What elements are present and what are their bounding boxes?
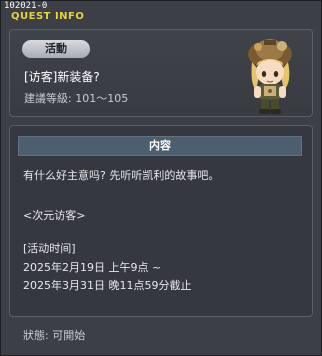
recommended-level: 建議等級: 101～105 [24,92,129,105]
window-title: QUEST INFO [11,11,85,22]
content-line-start-time: 2025年2月19日 上午9点 ~ [23,261,162,274]
quest-summary-panel: 活動 [访客]新装备? 建議等級: 101～105 [9,29,313,117]
content-line-end-time: 2025年3月31日 晚11点59分截止 [23,279,192,292]
content-line-event-name: <次元访客> [23,209,86,222]
content-line-description: 有什么好主意吗? 先听听凯利的故事吧。 [23,169,220,182]
quest-id: 102021-0 [4,1,48,11]
category-tag: 活動 [22,40,90,58]
content-line-time-label: [活动时间] [23,242,76,255]
quest-name: [访客]新装备? [24,70,100,84]
content-header: 内容 [18,136,302,156]
quest-status: 狀態: 可開始 [23,329,86,342]
title-bar[interactable]: 102021-0 QUEST INFO [1,1,321,25]
quest-info-window: 102021-0 QUEST INFO 活動 [访客]新装备? 建議等級: 10… [0,0,322,356]
npc-avatar-icon [248,39,292,114]
